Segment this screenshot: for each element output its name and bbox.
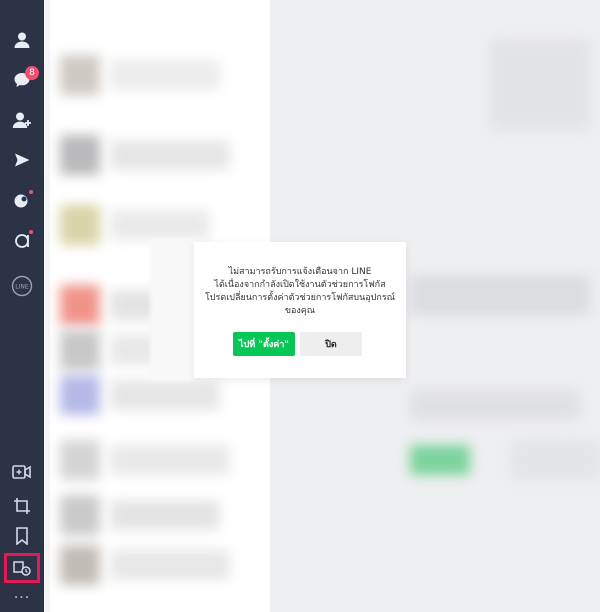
video-call-icon xyxy=(12,465,31,479)
list-item xyxy=(110,445,230,475)
list-item xyxy=(110,380,220,410)
more-icon[interactable]: ··· xyxy=(0,590,44,606)
list-item-avatar xyxy=(60,495,100,535)
sidebar-item-openchat[interactable] xyxy=(0,182,44,218)
panel-green-button xyxy=(410,445,470,475)
list-item-avatar xyxy=(60,440,100,480)
sidebar-item-a[interactable] xyxy=(0,222,44,258)
voom-icon xyxy=(15,153,30,167)
list-item xyxy=(110,140,230,170)
sidebar-item-voom[interactable] xyxy=(0,142,44,178)
list-item-avatar xyxy=(60,205,100,245)
panel-block xyxy=(410,390,580,420)
a-dot xyxy=(29,230,33,234)
sidebar-item-profile[interactable] xyxy=(0,22,44,58)
add-friend-icon xyxy=(12,112,31,128)
a-icon xyxy=(15,234,29,248)
go-to-settings-button[interactable]: ไปที่ "ตั้งค่า" xyxy=(233,332,295,356)
dialog-message-line-4: ของคุณ xyxy=(284,306,316,316)
chat-badge: 8 xyxy=(25,66,39,80)
list-item xyxy=(110,500,220,530)
list-item-avatar xyxy=(60,55,100,95)
sidebar-item-add-friend[interactable] xyxy=(0,102,44,138)
profile-icon xyxy=(14,32,30,48)
dialog-message: ไม่สามารถรับการแจ้งเตือนจาก LINE ได้เนื่… xyxy=(190,266,410,318)
notification-settings-highlight xyxy=(4,553,40,583)
list-item-avatar xyxy=(60,285,100,325)
line-icon: LINE xyxy=(11,275,33,297)
sidebar-item-line[interactable]: LINE xyxy=(0,268,44,304)
list-item-avatar xyxy=(60,135,100,175)
bookmark-icon xyxy=(16,527,28,545)
list-item-avatar xyxy=(60,375,100,415)
list-item xyxy=(110,550,230,580)
dialog-message-line-1: ไม่สามารถรับการแจ้งเตือนจาก LINE xyxy=(228,267,372,277)
panel-header xyxy=(490,40,590,130)
dialog-message-line-2: ได้เนื่องจากกำลังเปิดใช้งานตัวช่วยการโฟก… xyxy=(214,280,386,290)
panel-block xyxy=(510,440,600,480)
list-item-avatar xyxy=(60,545,100,585)
list-item xyxy=(110,210,210,240)
openchat-dot xyxy=(29,190,33,194)
panel-block xyxy=(410,275,590,315)
sidebar-item-chats[interactable]: 8 xyxy=(0,62,44,98)
sidebar-item-video-call[interactable] xyxy=(0,454,44,490)
openchat-icon xyxy=(14,194,28,208)
sidebar-item-bookmark[interactable] xyxy=(0,518,44,554)
list-item xyxy=(110,60,220,90)
sidebar: 8 LINE ··· xyxy=(0,0,44,612)
list-item-avatar xyxy=(60,330,100,370)
crop-icon xyxy=(14,498,30,514)
close-button[interactable]: ปิด xyxy=(300,332,362,356)
line-icon-label: LINE xyxy=(15,284,29,291)
dialog-message-line-3: โปรดเปลี่ยนการตั้งค่าตัวช่วยการโฟกัสบนอุ… xyxy=(204,293,396,303)
